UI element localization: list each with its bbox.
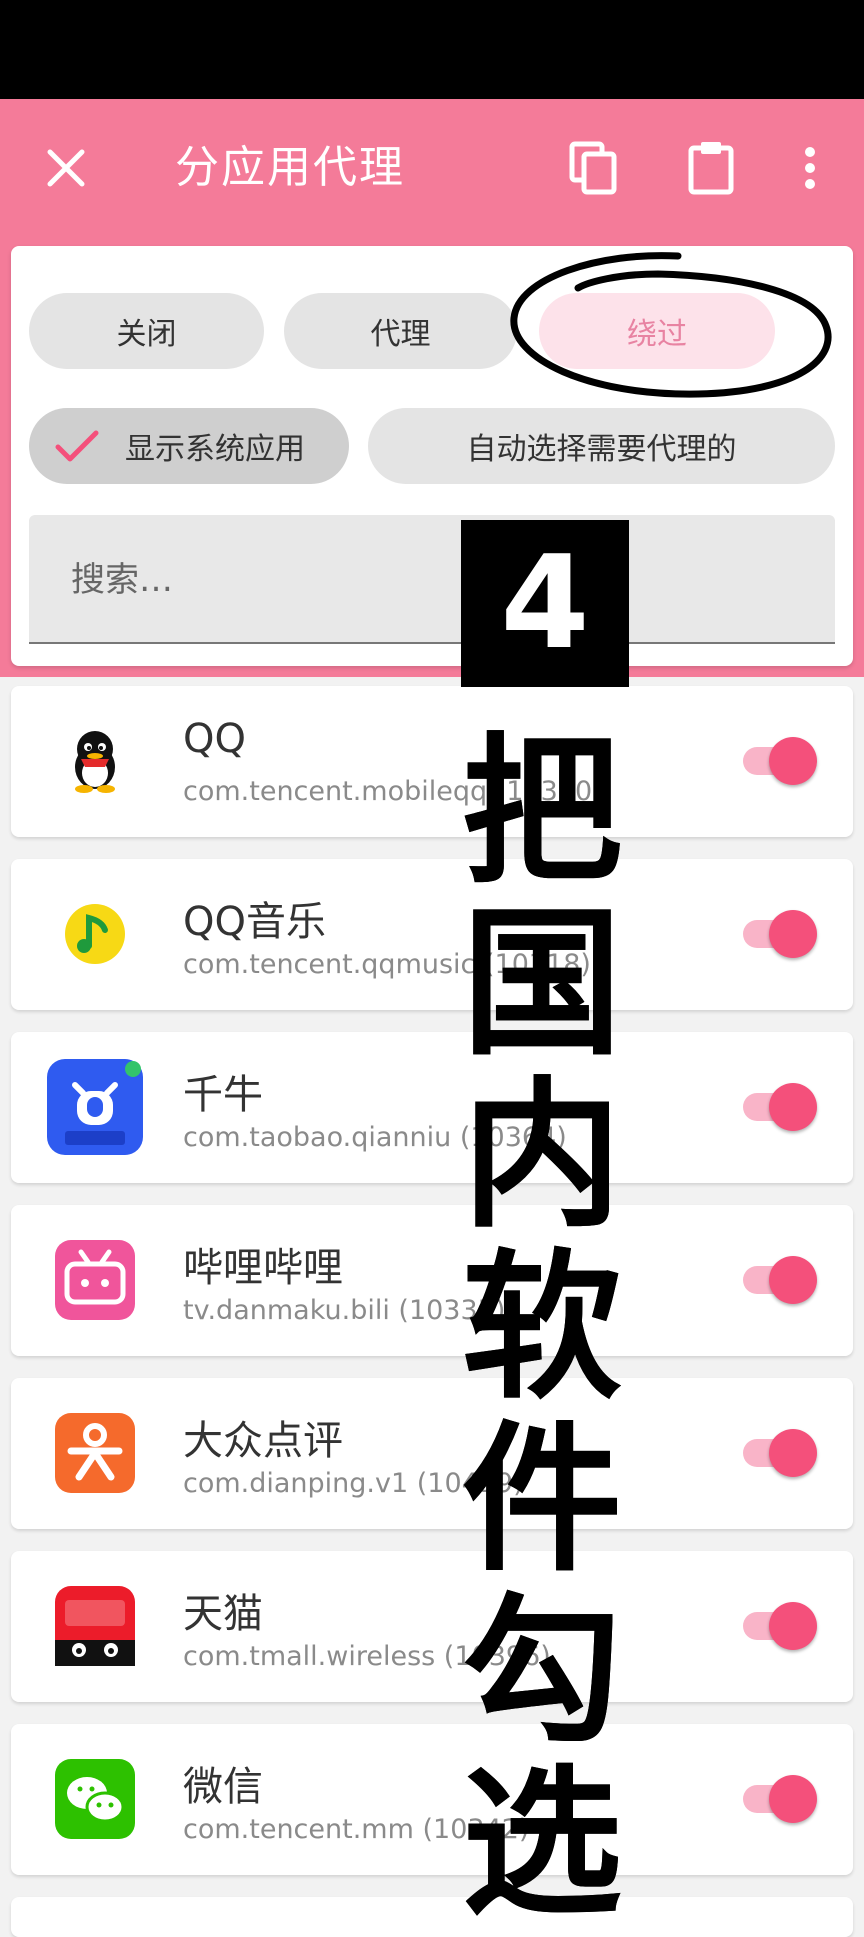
more-vert-icon: [805, 147, 815, 189]
app-name: QQ音乐: [183, 899, 326, 945]
copy-icon: [569, 141, 617, 195]
qqmusic-icon: [47, 886, 143, 982]
mode-proxy-button[interactable]: 代理: [284, 293, 517, 369]
app-row[interactable]: 天猫 com.tmall.wireless (10396): [11, 1551, 853, 1702]
close-button[interactable]: [30, 99, 102, 237]
check-icon: [47, 429, 107, 463]
app-toggle[interactable]: [733, 1075, 821, 1139]
app-name: 微信: [183, 1764, 263, 1810]
app-row-partial[interactable]: [11, 1897, 853, 1937]
app-toggle[interactable]: [733, 1767, 821, 1831]
qianniu-icon: [47, 1059, 143, 1155]
instruction-char: 件: [461, 1406, 622, 1593]
app-toggle[interactable]: [733, 1421, 821, 1485]
app-bar: 分应用代理: [0, 99, 864, 237]
app-toggle[interactable]: [733, 1248, 821, 1312]
app-name: 大众点评: [183, 1418, 343, 1464]
app-name: 天猫: [183, 1591, 263, 1637]
app-row[interactable]: QQ com.tencent.mobileqq (10350): [11, 686, 853, 837]
mode-off-button[interactable]: 关闭: [29, 293, 264, 369]
app-row[interactable]: QQ音乐 com.tencent.qqmusic (10318): [11, 859, 853, 1010]
paste-button[interactable]: [675, 99, 747, 237]
copy-button[interactable]: [558, 99, 630, 237]
status-bar: [0, 0, 864, 99]
step-number-badge: 4: [461, 520, 629, 687]
show-system-apps-chip[interactable]: 显示系统应用: [29, 408, 349, 484]
app-row[interactable]: 大众点评 com.dianping.v1 (10419): [11, 1378, 853, 1529]
step-number: 4: [500, 528, 590, 678]
app-row[interactable]: 千牛 com.taobao.qianniu (10364): [11, 1032, 853, 1183]
instruction-char: 软: [461, 1234, 622, 1421]
instruction-char: 内: [461, 1062, 622, 1249]
dianping-icon: [47, 1405, 143, 1501]
show-system-apps-label: 显示系统应用: [125, 432, 305, 467]
qq-icon: [47, 713, 143, 809]
instruction-overlay: 把 国 内 软 件 勾 选: [452, 726, 632, 1930]
bilibili-icon: [47, 1232, 143, 1328]
auto-select-chip[interactable]: 自动选择需要代理的: [368, 408, 835, 484]
app-name: 千牛: [183, 1072, 263, 1118]
app-toggle[interactable]: [733, 902, 821, 966]
instruction-char: 把: [461, 718, 622, 905]
instruction-char: 选: [461, 1750, 622, 1937]
handdrawn-circle-annotation: [510, 252, 832, 398]
clipboard-icon: [688, 142, 734, 195]
tmall-icon: [47, 1578, 143, 1674]
page-title: 分应用代理: [175, 142, 405, 193]
search-input[interactable]: [69, 515, 773, 644]
instruction-char: 国: [461, 890, 622, 1077]
search-field[interactable]: [29, 515, 835, 644]
wechat-icon: [47, 1751, 143, 1847]
instruction-char: 勾: [461, 1578, 622, 1765]
app-toggle[interactable]: [733, 729, 821, 793]
app-row[interactable]: 哔哩哔哩 tv.danmaku.bili (10335): [11, 1205, 853, 1356]
app-name: 哔哩哔哩: [183, 1245, 343, 1291]
more-options-button[interactable]: [774, 99, 846, 237]
close-icon: [47, 149, 85, 187]
app-name: QQ: [183, 716, 246, 762]
app-toggle[interactable]: [733, 1594, 821, 1658]
app-row[interactable]: 微信 com.tencent.mm (10342): [11, 1724, 853, 1875]
